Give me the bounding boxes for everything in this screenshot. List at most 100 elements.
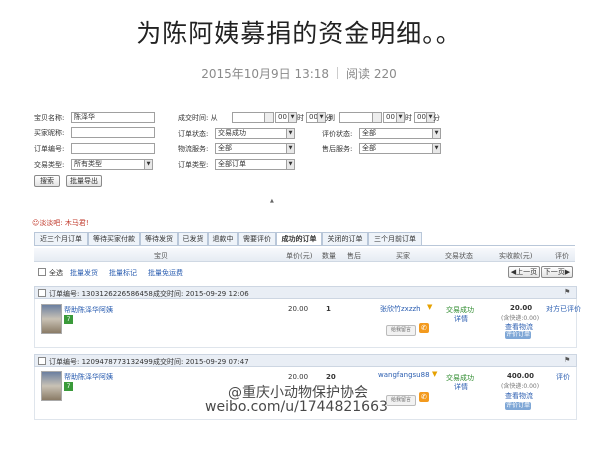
leave-message-button[interactable]: 给我留言 [386,325,416,336]
col-aftersale: 售后 [347,252,361,260]
prev-page-button[interactable]: ◀上一页 [508,266,540,278]
to-hour-select[interactable]: 00 ▼ [383,112,405,123]
notice-label: 淡淡吧: 木马君! [39,219,89,227]
buyer-nick-label: 买家昵称: [34,129,65,137]
deal-time-to-date[interactable] [339,112,376,123]
tab-awaiting-shipment[interactable]: 等待发货 [140,232,178,246]
view-logistics-link[interactable]: 查看物流 [505,391,533,401]
order-detail-link[interactable]: 详情 [454,382,468,392]
chevron-down-icon: ▼ [432,129,440,138]
hour-label: 时 [405,114,412,122]
to-min-value: 00 [417,113,426,121]
trade-type-label: 交易类型: [34,161,65,169]
quantity: 20 [326,373,336,381]
hour-label: 时 [297,114,304,122]
from-hour-select[interactable]: 00 ▼ [275,112,297,123]
col-item: 宝贝 [154,252,168,260]
batch-ship-link[interactable]: 批量发货 [70,268,98,278]
col-status: 交易状态 [445,252,473,260]
batch-mark-link[interactable]: 批量标记 [109,268,137,278]
order-no-input[interactable] [71,143,155,154]
order-type-label: 订单类型: [178,161,209,169]
to-hour-value: 00 [386,113,395,121]
order-checkbox[interactable] [38,357,46,365]
order-management-screenshot: 宝贝名称: 陈泽华 买家昵称: 订单编号: 交易类型: 所有类型 ▼ 成交时间: … [25,103,581,421]
order-type-select[interactable]: 全部订单 ▼ [215,159,295,170]
col-amount: 实收款(元) [499,252,533,260]
buyer-link[interactable]: wangfangsu88 [378,371,430,379]
article-meta: 2015年10月9日 13:18 阅读 220 [0,65,598,82]
chevron-down-icon: ▼ [432,144,440,153]
to-min-select[interactable]: 00 ▼ [414,112,435,123]
col-qty: 数量 [322,252,336,260]
unit-price: 20.00 [288,373,309,381]
tab-awaiting-payment[interactable]: 等待买家付款 [88,232,140,246]
item-thumbnail[interactable] [41,371,62,401]
review-status-link[interactable]: 对方已评价 [546,304,581,314]
review-order-button[interactable]: 评价订单 [505,402,531,410]
wangwang-chat-icon[interactable]: ✆ [419,323,429,333]
review-order-button[interactable]: 评价订单 [505,331,531,339]
calendar-icon[interactable] [372,112,382,123]
batch-free-ship-link[interactable]: 批量免运费 [148,268,183,278]
collapse-arrow-icon[interactable]: ▲ [270,198,274,204]
freight-note: (含快递:0.00) [501,383,540,390]
item-title-link[interactable]: 帮助陈泽华阿姨 [64,372,113,382]
deal-time-from-date[interactable] [232,112,268,123]
logistics-label: 物流服务: [178,145,209,153]
read-count: 阅读 220 [346,67,397,81]
item-thumbnail[interactable] [41,304,62,334]
tab-shipped[interactable]: 已发货 [178,232,208,246]
buyer-link[interactable]: 张欣竹zxzzh [380,304,421,314]
calendar-icon[interactable] [264,112,274,123]
order-header: 订单编号: 1303126226586458 成交时间: 2015-09-29 … [34,286,577,299]
order-detail-link[interactable]: 详情 [454,314,468,324]
review-status-value: 全部 [362,129,376,137]
from-min-select[interactable]: 00 ▼ [306,112,326,123]
review-link[interactable]: 评价 [556,372,570,382]
freight-note: (含快递:0.00) [501,315,540,322]
select-all-label: 全选 [49,269,63,277]
review-status-select[interactable]: 全部 ▼ [359,128,441,139]
article-title: 为陈阿姨募捐的资金明细。。 [136,19,462,48]
order-status-value: 交易成功 [218,129,246,137]
next-page-button[interactable]: 下一页▶ [541,266,573,278]
order-status-select[interactable]: 交易成功 ▼ [215,128,295,139]
col-review: 评价 [555,252,569,260]
tab-older-than-3-months[interactable]: 三个月前订单 [368,232,422,246]
col-buyer: 买家 [396,252,410,260]
tab-refunding[interactable]: 退款中 [208,232,238,246]
leave-message-button[interactable]: 给我留言 [386,395,416,406]
meta-divider [337,67,339,79]
flag-icon[interactable]: ⚑ [564,356,570,364]
to-label: 到 [328,114,335,122]
baby-name-label: 宝贝名称: [34,114,65,122]
wangwang-chat-icon[interactable]: ✆ [419,392,429,402]
item-title-link[interactable]: 帮助陈泽华阿姨 [64,305,113,315]
unit-price: 20.00 [288,305,309,313]
export-button[interactable]: 批量导出 [66,175,102,187]
amount: 400.00 [507,372,535,380]
logistics-select[interactable]: 全部 ▼ [215,143,295,154]
tab-successful[interactable]: 成功的订单 [276,232,322,246]
search-button[interactable]: 搜索 [34,175,60,187]
select-all-checkbox[interactable] [38,268,46,276]
order-number: 订单编号: 1209478773132499 [49,358,153,366]
tab-recent-3-months[interactable]: 近三个月订单 [34,232,88,246]
tab-closed[interactable]: 关闭的订单 [322,232,368,246]
flag-icon[interactable]: ⚑ [564,288,570,296]
trade-type-select[interactable]: 所有类型 ▼ [71,159,153,170]
tab-needs-review[interactable]: 需要评价 [238,232,276,246]
order-checkbox[interactable] [38,289,46,297]
batch-actions: 全选 批量发货 批量标记 批量免运费 ◀上一页 下一页▶ [34,265,575,279]
trade-type-value: 所有类型 [74,160,102,168]
buyer-nick-input[interactable] [71,127,155,138]
order-no-label: 订单编号: [34,145,65,153]
aftersale-select[interactable]: 全部 ▼ [359,143,441,154]
table-header: 宝贝 单价(元) 数量 售后 买家 交易状态 实收款(元) 评价 [34,248,575,262]
chevron-down-icon: ▼ [286,144,294,153]
chevron-down-icon: ▼ [286,160,294,169]
baby-name-input[interactable]: 陈泽华 [71,112,155,123]
col-price: 单价(元) [286,252,313,260]
seven-day-return-icon: 7 [64,315,73,324]
